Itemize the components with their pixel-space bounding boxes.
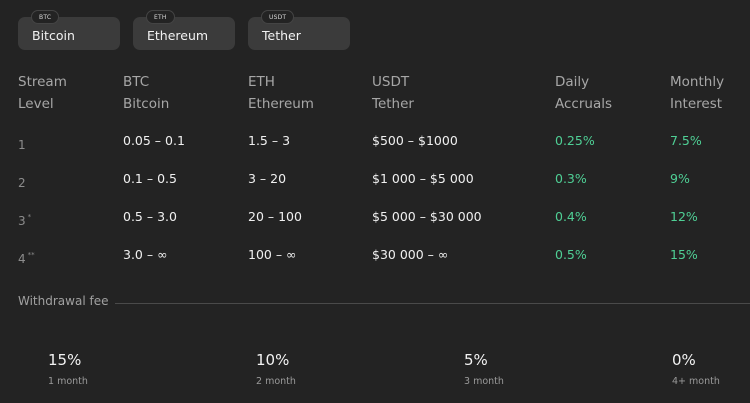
coin-tag-btc: BTC (31, 10, 60, 24)
fee-period: 2 month (256, 376, 296, 387)
fee-percent: 0% (672, 351, 696, 369)
table-row: 3 * 0.5 – 3.0 20 – 100 $5 000 – $30 000 0… (0, 207, 750, 228)
header-line2: Tether (372, 96, 414, 112)
cell-monthly: 7.5% (670, 133, 702, 148)
header-line1: Stream (18, 74, 67, 90)
level-number: 1 (18, 138, 26, 152)
header-line1: Monthly (670, 74, 725, 90)
cell-level: 1 (18, 131, 28, 155)
cell-eth: 1.5 – 3 (248, 133, 291, 148)
header-stream-level: Stream Level (18, 71, 67, 115)
cell-level: 4 ** (18, 245, 35, 269)
level-number: 4 (18, 252, 26, 266)
cell-eth: 100 – ∞ (248, 247, 297, 262)
fee-period: 3 month (464, 376, 504, 387)
header-line2: Ethereum (248, 96, 314, 112)
header-line2: Level (18, 96, 54, 112)
coin-tag-eth: ETH (146, 10, 175, 24)
cell-level: 2 (18, 169, 28, 193)
header-daily-accruals: Daily Accruals (555, 71, 612, 115)
cell-monthly: 12% (670, 209, 698, 224)
coin-tag-usdt: USDT (261, 10, 295, 24)
cell-usdt: $1 000 – $5 000 (372, 171, 474, 186)
header-line1: Daily (555, 74, 590, 90)
cell-btc: 0.05 – 0.1 (123, 133, 185, 148)
cell-eth: 3 – 20 (248, 171, 287, 186)
cell-btc: 0.1 – 0.5 (123, 171, 177, 186)
coin-button-btc[interactable]: BTC Bitcoin (18, 10, 120, 50)
cell-eth: 20 – 100 (248, 209, 302, 224)
fee-percent: 10% (256, 351, 290, 369)
header-eth: ETH Ethereum (248, 71, 314, 115)
header-btc: BTC Bitcoin (123, 71, 169, 115)
cell-usdt: $5 000 – $30 000 (372, 209, 482, 224)
fee-item-1-month: 15% 1 month (48, 350, 88, 387)
level-number: 2 (18, 176, 26, 190)
fee-item-3-month: 5% 3 month (464, 350, 504, 387)
coin-name-usdt: Tether (262, 28, 301, 43)
cell-monthly: 15% (670, 247, 698, 262)
table-row: 1 0.05 – 0.1 1.5 – 3 $500 – $1000 0.25% … (0, 131, 750, 152)
level-footnote-mark: * (27, 213, 32, 221)
table-row: 4 ** 3.0 – ∞ 100 – ∞ $30 000 – ∞ 0.5% 15% (0, 245, 750, 266)
header-line2: Interest (670, 96, 723, 112)
cell-daily: 0.5% (555, 247, 587, 262)
cell-btc: 0.5 – 3.0 (123, 209, 177, 224)
header-line2: Bitcoin (123, 96, 170, 112)
cell-level: 3 * (18, 207, 31, 231)
level-number: 3 (18, 214, 26, 228)
header-usdt: USDT Tether (372, 71, 414, 115)
table-row: 2 0.1 – 0.5 3 – 20 $1 000 – $5 000 0.3% … (0, 169, 750, 190)
withdrawal-fee-label: Withdrawal fee (18, 294, 109, 308)
divider (115, 303, 750, 304)
cell-daily: 0.4% (555, 209, 587, 224)
coin-button-usdt[interactable]: USDT Tether (248, 10, 350, 50)
cell-monthly: 9% (670, 171, 690, 186)
cell-usdt: $500 – $1000 (372, 133, 458, 148)
coin-name-btc: Bitcoin (32, 28, 75, 43)
fee-period: 1 month (48, 376, 88, 387)
fee-percent: 15% (48, 351, 82, 369)
cell-daily: 0.3% (555, 171, 587, 186)
cell-usdt: $30 000 – ∞ (372, 247, 449, 262)
fee-item-2-month: 10% 2 month (256, 350, 296, 387)
staking-levels-page: BTC Bitcoin ETH Ethereum USDT Tether Str… (0, 0, 750, 403)
level-footnote-mark: ** (27, 251, 35, 259)
cell-btc: 3.0 – ∞ (123, 247, 168, 262)
coin-name-eth: Ethereum (147, 28, 209, 43)
header-line2: Accruals (555, 96, 613, 112)
header-line1: BTC (123, 74, 150, 90)
header-monthly-interest: Monthly Interest (670, 71, 724, 115)
coin-button-eth[interactable]: ETH Ethereum (133, 10, 235, 50)
fee-item-4-plus-month: 0% 4+ month (672, 350, 720, 387)
cell-daily: 0.25% (555, 133, 595, 148)
header-line1: USDT (372, 74, 410, 90)
fee-period: 4+ month (672, 376, 720, 387)
fee-percent: 5% (464, 351, 488, 369)
header-line1: ETH (248, 74, 275, 90)
